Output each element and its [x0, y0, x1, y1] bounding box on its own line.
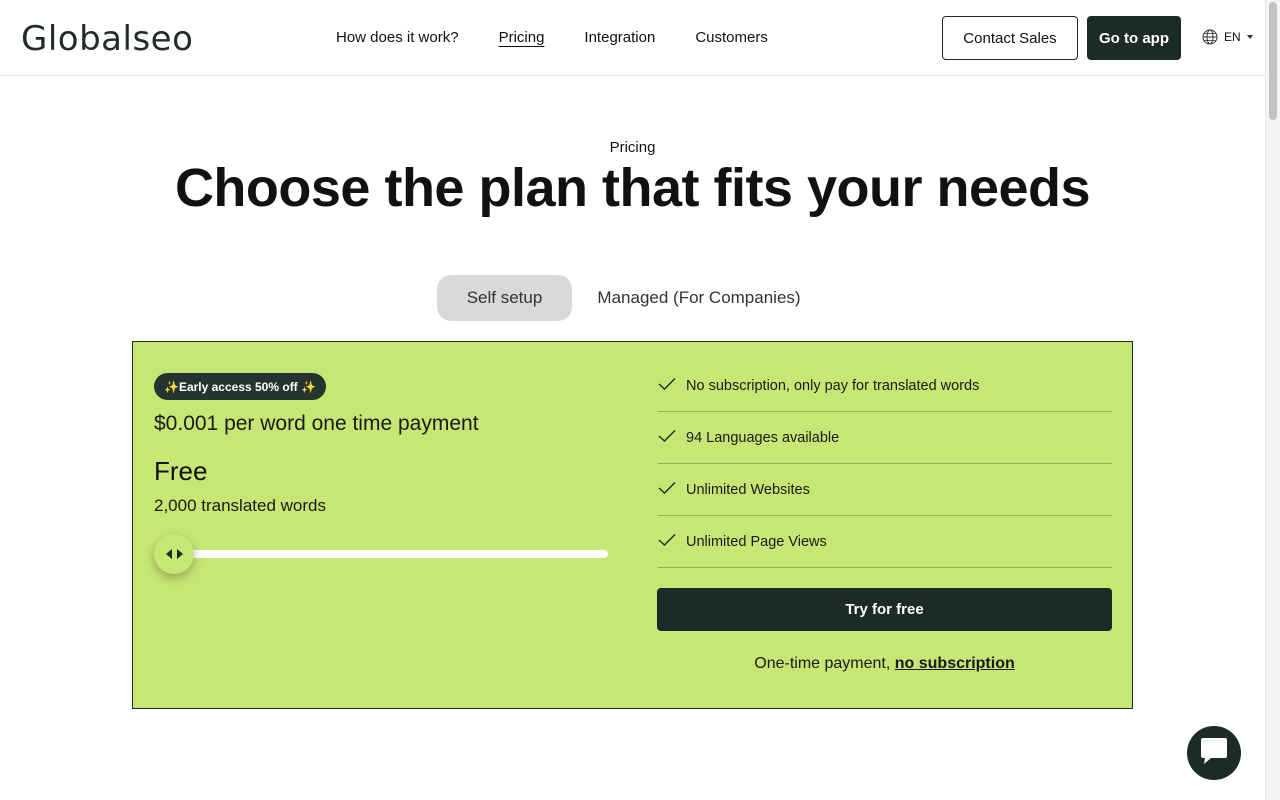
early-access-badge: ✨Early access 50% off ✨	[154, 373, 326, 400]
nav-pricing[interactable]: Pricing	[499, 28, 545, 48]
price-text: $0.001 per word one time payment	[154, 412, 479, 435]
check-icon	[658, 481, 676, 499]
feature-label: Unlimited Page Views	[686, 533, 827, 550]
logo[interactable]: Globalseo	[21, 20, 193, 58]
check-icon	[658, 533, 676, 551]
arrow-left-icon	[165, 549, 172, 559]
scrollbar-thumb[interactable]	[1269, 2, 1277, 120]
nav-customers[interactable]: Customers	[695, 28, 768, 48]
word-slider-handle[interactable]	[154, 534, 194, 574]
main-nav: How does it work? Pricing Integration Cu…	[336, 28, 808, 48]
try-for-free-button[interactable]: Try for free	[657, 588, 1112, 631]
list-item: Unlimited Websites	[658, 464, 1112, 516]
go-to-app-button[interactable]: Go to app	[1087, 16, 1181, 60]
language-label: EN	[1224, 30, 1241, 44]
check-icon	[658, 429, 676, 447]
tab-managed[interactable]: Managed (For Companies)	[586, 275, 812, 321]
no-subscription-link[interactable]: no subscription	[895, 655, 1015, 672]
tab-self-setup[interactable]: Self setup	[437, 275, 572, 321]
list-item: No subscription, only pay for translated…	[658, 360, 1112, 412]
word-count: 2,000 translated words	[154, 496, 326, 515]
chat-launcher-button[interactable]	[1187, 726, 1241, 780]
feature-label: 94 Languages available	[686, 429, 840, 446]
word-slider-track[interactable]	[174, 550, 608, 558]
arrow-right-icon	[176, 549, 183, 559]
globe-icon	[1202, 29, 1218, 45]
plan-name: Free	[154, 456, 208, 486]
payment-note-text: One-time payment,	[754, 655, 895, 672]
feature-label: Unlimited Websites	[686, 481, 810, 498]
chat-bubble-icon	[1199, 737, 1229, 770]
check-icon	[658, 377, 676, 395]
page-title: Choose the plan that fits your needs	[174, 158, 1091, 218]
section-eyebrow: Pricing	[609, 139, 656, 156]
list-item: Unlimited Page Views	[658, 516, 1112, 568]
pricing-card: ✨Early access 50% off ✨ $0.001 per word …	[132, 341, 1133, 709]
site-header: Globalseo How does it work? Pricing Inte…	[0, 0, 1265, 76]
nav-integration[interactable]: Integration	[584, 28, 655, 48]
language-selector[interactable]: EN	[1202, 29, 1253, 45]
nav-how-it-works[interactable]: How does it work?	[336, 28, 459, 48]
list-item: 94 Languages available	[658, 412, 1112, 464]
feature-label: No subscription, only pay for translated…	[686, 377, 980, 394]
scrollbar[interactable]	[1265, 0, 1280, 800]
payment-note: One-time payment, no subscription	[657, 655, 1112, 673]
caret-down-icon	[1246, 35, 1253, 39]
contact-sales-button[interactable]: Contact Sales	[942, 16, 1078, 60]
feature-list: No subscription, only pay for translated…	[658, 360, 1112, 568]
